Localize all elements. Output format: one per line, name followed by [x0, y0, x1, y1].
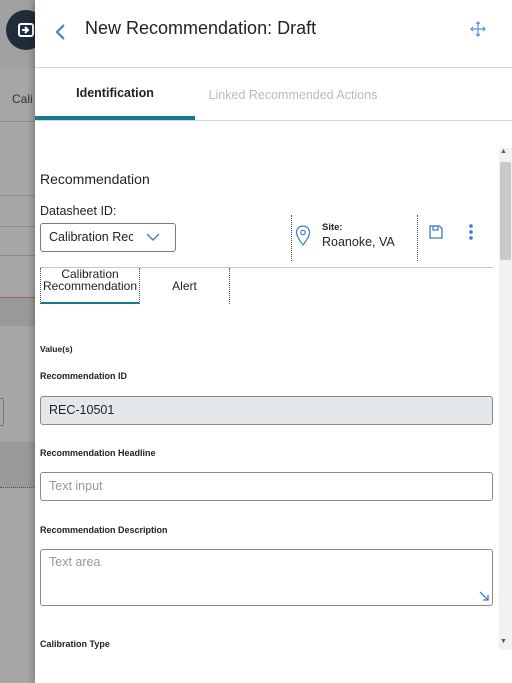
save-icon — [429, 225, 443, 239]
values-label: Value(s) — [40, 344, 73, 354]
background-input — [0, 398, 4, 426]
map-pin-icon — [295, 225, 311, 246]
background-divider — [0, 195, 40, 196]
subtab-alert[interactable]: Alert — [140, 268, 230, 304]
background-divider — [0, 121, 40, 122]
save-button[interactable] — [428, 224, 444, 240]
recommendation-id-field: REC-10501 — [40, 396, 493, 425]
subtab-label: Calibration Recommendation — [42, 267, 138, 293]
recommendation-id-label: Recommendation ID — [40, 371, 128, 381]
resize-handle-icon[interactable] — [479, 591, 489, 601]
recommendation-headline-input[interactable]: Text input — [40, 472, 493, 501]
scroll-up-arrow-icon[interactable]: ▲ — [500, 148, 507, 155]
panel-tabs: Identification Linked Recommended Action… — [35, 69, 512, 121]
more-options-button[interactable] — [468, 224, 474, 240]
calibration-type-label: Calibration Type — [40, 639, 110, 649]
background-box — [0, 298, 40, 326]
tab-label: Identification — [76, 85, 154, 100]
recommendation-panel: New Recommendation: Draft Identification… — [35, 0, 512, 683]
recommendation-description-label: Recommendation Description — [40, 525, 168, 535]
expand-button[interactable] — [469, 20, 489, 40]
background-divider — [0, 255, 40, 256]
tab-label: Linked Recommended Actions — [208, 87, 378, 102]
subtab-calibration-recommendation[interactable]: Calibration Recommendation — [40, 268, 140, 304]
subtab-label: Alert — [172, 279, 197, 293]
background-cut-text: Cali — [12, 92, 33, 106]
scroll-down-arrow-icon[interactable]: ▼ — [500, 638, 507, 645]
page-title: New Recommendation: Draft — [85, 18, 317, 38]
datasheet-select[interactable]: Calibration Rec — [40, 223, 176, 252]
vertical-divider — [291, 215, 292, 261]
chevron-down-icon — [146, 233, 160, 241]
tab-identification[interactable]: Identification — [35, 69, 195, 120]
datasheet-label: Datasheet ID: — [40, 204, 117, 218]
back-button[interactable] — [51, 20, 71, 44]
recommendation-headline-label: Recommendation Headline — [40, 448, 156, 458]
background-divider — [0, 226, 40, 227]
background-section — [0, 442, 40, 488]
site-label: Site: — [322, 222, 343, 233]
expand-arrows-icon — [470, 21, 486, 37]
recommendation-description-textarea[interactable]: Text area — [40, 549, 493, 606]
chevron-left-icon — [55, 24, 65, 40]
scrollbar-thumb[interactable] — [500, 162, 511, 260]
panel-header: New Recommendation: Draft — [35, 0, 512, 68]
tab-linked-recommended-actions[interactable]: Linked Recommended Actions — [195, 69, 391, 120]
datasheet-value: Calibration Rec — [49, 230, 133, 244]
vertical-divider — [417, 215, 418, 261]
section-title: Recommendation — [40, 171, 150, 187]
kebab-icon — [469, 224, 473, 240]
site-value: Roanoke, VA — [322, 235, 395, 249]
